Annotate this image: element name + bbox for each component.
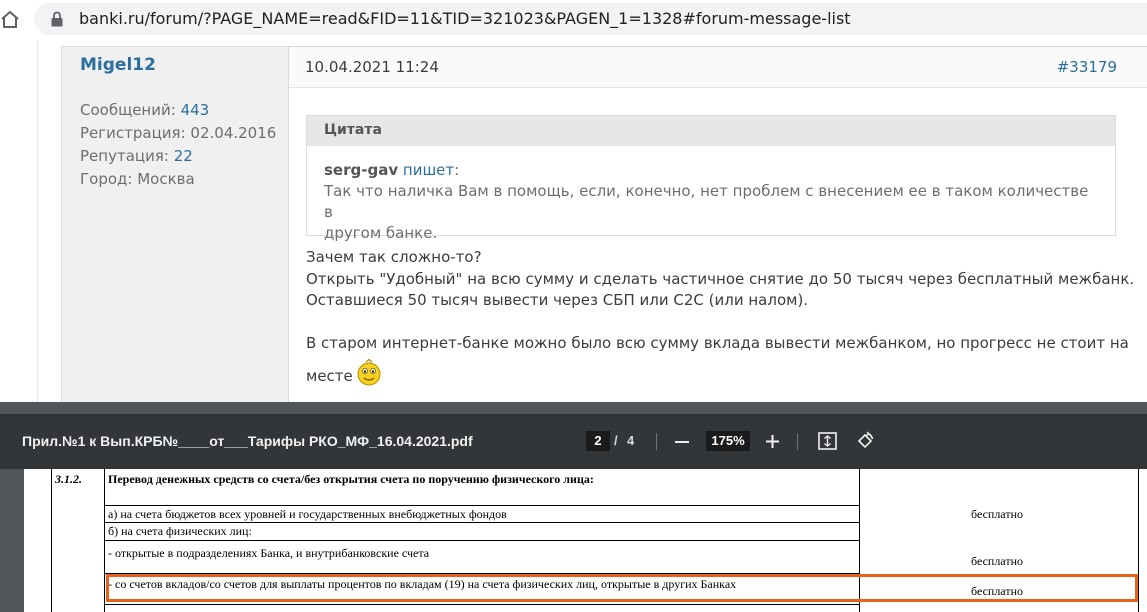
home-icon[interactable] [0,9,20,29]
author-stats: Сообщений: 443 Регистрация: 02.04.2016 Р… [80,101,277,188]
browser-address-bar: banki.ru/forum/?PAGE_NAME=read&FID=11&TI… [0,0,1147,40]
quote-body: serg-gav пишет: Так что наличка Вам в по… [307,146,1115,244]
message-body: Зачем так сложно-то? Открыть "Удобный" н… [306,247,1135,387]
table-row-text: а) на счета бюджетов всех уровней и госу… [108,507,507,521]
messages-count-link[interactable]: 443 [181,101,210,119]
quote-author: serg-gav [324,161,399,179]
toolbar-divider [797,433,798,450]
pdf-toolbar: Прил.№1 к Вып.КРБ№____от___Тарифы РКО_МФ… [0,414,1147,469]
table-heading: Перевод денежных средств со счета/без от… [108,472,594,486]
zoom-level-input[interactable]: 175% [706,431,750,451]
message-number-link[interactable]: #33179 [1057,58,1117,76]
lock-icon [51,11,63,27]
toolbar-divider [656,433,657,450]
author-name-link[interactable]: Migel12 [80,55,156,75]
message-header: 10.04.2021 11:24 #33179 [289,46,1147,88]
table-row-fee: бесплатно [971,507,1023,521]
message-blank-line [306,312,1116,334]
table-row-text: б) на счета физических лиц: [108,524,252,538]
zoom-in-icon[interactable] [765,434,780,449]
table-row-text: - открытые в подразделениях Банка, и вну… [108,546,430,560]
page-number-input[interactable]: 2 [586,431,610,451]
quote-writes-link[interactable]: пишет [403,161,454,179]
smiley-icon [357,358,381,385]
rotate-icon[interactable] [855,431,875,451]
registration-date: 02.04.2016 [190,124,277,142]
author-city: Москва [137,170,195,188]
fit-page-icon[interactable] [818,432,837,450]
quote-text-line: другом банке. [324,224,438,242]
message-line: Открыть "Удобный" на всю сумму и сделать… [306,269,1135,288]
quote-text-line: Так что наличка Вам в помощь, если, коне… [324,182,1089,221]
message-line: В старом интернет-банке можно было всю с… [306,334,1129,352]
message-date: 10.04.2021 11:24 [305,58,439,76]
url-field[interactable]: banki.ru/forum/?PAGE_NAME=read&FID=11&TI… [34,3,1147,35]
page-separator: / [614,433,618,448]
pdf-title: Прил.№1 к Вып.КРБ№____от___Тарифы РКО_МФ… [22,433,473,449]
reputation-link[interactable]: 22 [174,147,193,165]
message-line: Зачем так сложно-то? [306,248,482,266]
zoom-out-icon[interactable] [675,441,689,443]
table-row-fee: бесплатно [971,554,1023,568]
page-total: 4 [627,433,635,448]
highlight-box [106,574,1138,602]
author-panel: Migel12 Сообщений: 443 Регистрация: 02.0… [61,46,289,402]
message-line: месте [306,366,353,385]
quote-block: Цитата serg-gav пишет: Так что наличка В… [306,115,1116,242]
message-line: Оставшиеся 50 тысяч вывести через СБП ил… [306,291,809,309]
forum-post: Migel12 Сообщений: 443 Регистрация: 02.0… [0,40,1147,402]
table-row-number: 3.1.2. [55,472,82,486]
url-text[interactable]: banki.ru/forum/?PAGE_NAME=read&FID=11&TI… [79,9,851,28]
quote-header: Цитата [307,116,1115,146]
